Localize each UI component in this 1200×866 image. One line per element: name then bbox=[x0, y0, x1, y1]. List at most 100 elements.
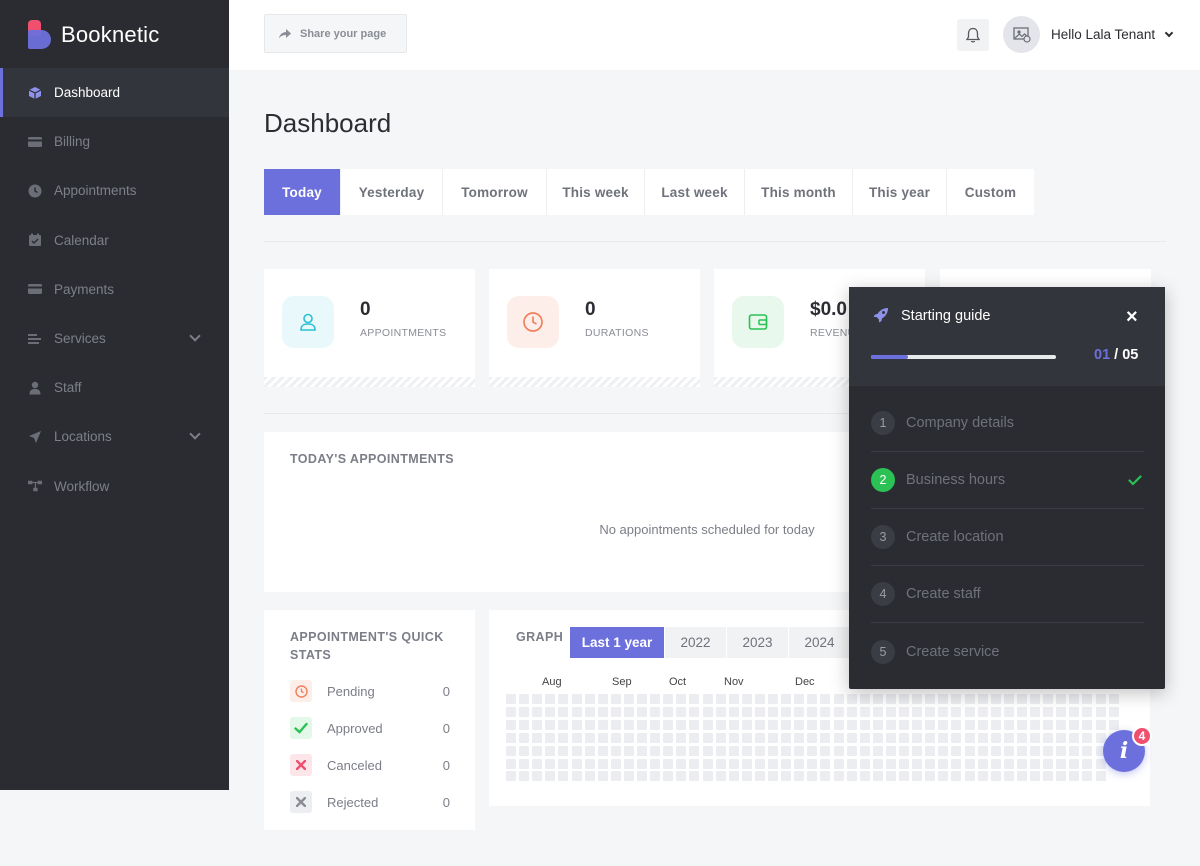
graph-tab-last-year[interactable]: Last 1 year bbox=[570, 627, 665, 658]
heatmap-cell bbox=[532, 694, 543, 704]
share-page-button[interactable]: Share your page bbox=[264, 14, 407, 53]
chevron-down-icon[interactable] bbox=[189, 330, 201, 342]
user-menu-label[interactable]: Hello Lala Tenant bbox=[1051, 27, 1155, 42]
guide-step-create-location[interactable]: 3 Create location bbox=[871, 509, 1144, 566]
sidebar-item-locations[interactable]: Locations bbox=[0, 412, 229, 461]
heatmap-cell bbox=[951, 694, 962, 704]
heatmap-cell bbox=[545, 745, 556, 756]
graph-tab-2022[interactable]: 2022 bbox=[665, 627, 727, 658]
divider bbox=[264, 241, 1166, 242]
check-icon bbox=[294, 722, 308, 734]
heatmap-cell bbox=[768, 694, 778, 704]
sidebar-item-payments[interactable]: Payments bbox=[0, 265, 229, 314]
heatmap-cell bbox=[623, 732, 634, 743]
heatmap-cell bbox=[859, 694, 870, 704]
topbar: Share your page Hello Lala Tenant bbox=[229, 0, 1200, 70]
notification-badge: 4 bbox=[1132, 726, 1152, 746]
heatmap-cell bbox=[1056, 771, 1067, 782]
heatmap-cell bbox=[650, 758, 661, 769]
heatmap-cell bbox=[846, 719, 857, 730]
heatmap-cell bbox=[1082, 719, 1093, 730]
heatmap-cell bbox=[859, 771, 870, 782]
heatmap-cell bbox=[597, 758, 608, 769]
clock-icon bbox=[28, 184, 42, 198]
heatmap-cell bbox=[571, 732, 582, 743]
guide-step-create-staff[interactable]: 4 Create staff bbox=[871, 566, 1144, 623]
heatmap-cell bbox=[977, 706, 988, 717]
tab-custom[interactable]: Custom bbox=[947, 169, 1034, 215]
heatmap-cell bbox=[938, 694, 949, 704]
heatmap-cell bbox=[676, 706, 687, 717]
app-name: Booknetic bbox=[61, 22, 160, 47]
guide-step-create-service[interactable]: 5 Create service bbox=[871, 623, 1144, 680]
quick-stat-row-rejected: Rejected 0 bbox=[290, 790, 450, 814]
notifications-button[interactable] bbox=[957, 19, 989, 51]
heatmap-cell bbox=[1043, 771, 1054, 782]
month-label: Dec bbox=[795, 676, 815, 688]
heatmap-cell bbox=[990, 758, 1001, 769]
heatmap-cell bbox=[623, 771, 634, 782]
heatmap-cell bbox=[532, 758, 543, 769]
tab-this-month[interactable]: This month bbox=[745, 169, 853, 215]
sidebar-item-workflow[interactable]: Workflow bbox=[0, 462, 229, 511]
quick-stat-label: Canceled bbox=[327, 757, 382, 773]
avatar[interactable] bbox=[1003, 16, 1040, 53]
sidebar-item-label: Payments bbox=[54, 281, 115, 297]
sidebar-item-services[interactable]: Services bbox=[0, 314, 229, 363]
sidebar-item-staff[interactable]: Staff bbox=[0, 363, 229, 412]
heatmap-cell bbox=[1056, 694, 1067, 704]
chevron-down-icon[interactable] bbox=[1164, 28, 1174, 38]
heatmap-cell bbox=[820, 719, 831, 730]
sidebar-item-dashboard[interactable]: Dashboard bbox=[0, 68, 229, 118]
card-title: TODAY'S APPOINTMENTS bbox=[290, 452, 455, 466]
heatmap-cell bbox=[833, 745, 844, 756]
heatmap-cell bbox=[558, 706, 569, 717]
status-badge bbox=[290, 717, 312, 739]
heatmap-cell bbox=[1069, 706, 1080, 717]
heatmap-cell bbox=[610, 732, 621, 743]
tab-yesterday[interactable]: Yesterday bbox=[341, 169, 443, 215]
heatmap-cell bbox=[899, 771, 909, 782]
heatmap-cell bbox=[637, 694, 647, 704]
graph-tab-2023[interactable]: 2023 bbox=[727, 627, 789, 658]
sidebar-item-appointments[interactable]: Appointments bbox=[0, 166, 229, 215]
tab-last-week[interactable]: Last week bbox=[645, 169, 745, 215]
heatmap-cell bbox=[820, 745, 831, 756]
heatmap-cell bbox=[768, 732, 778, 743]
heatmap-cell bbox=[820, 771, 831, 782]
heatmap-cell bbox=[519, 732, 530, 743]
heatmap-cell bbox=[623, 694, 634, 704]
heatmap-cell bbox=[1003, 758, 1014, 769]
tab-today[interactable]: Today bbox=[264, 169, 341, 215]
heatmap-cell bbox=[885, 758, 896, 769]
stat-card-durations: 0 DURATIONS bbox=[489, 269, 700, 387]
tab-this-year[interactable]: This year bbox=[853, 169, 947, 215]
credit-card-icon bbox=[28, 136, 42, 147]
sidebar-item-label: Locations bbox=[54, 429, 112, 445]
heatmap-cell bbox=[1069, 719, 1080, 730]
card-title: APPOINTMENT'S QUICK STATS bbox=[290, 630, 444, 662]
close-icon[interactable]: × bbox=[1126, 307, 1138, 327]
app-logo[interactable]: Booknetic bbox=[28, 20, 159, 50]
chevron-down-icon[interactable] bbox=[189, 428, 201, 440]
bell-icon bbox=[965, 27, 981, 43]
heatmap-cell bbox=[1030, 694, 1040, 704]
heatmap-cell bbox=[977, 771, 988, 782]
graph-tab-2024[interactable]: 2024 bbox=[789, 627, 851, 658]
guide-step-business-hours[interactable]: 2 Business hours bbox=[871, 452, 1144, 509]
stat-value: $0.0 bbox=[810, 299, 847, 320]
sidebar-item-billing[interactable]: Billing bbox=[0, 117, 229, 166]
heatmap-cell bbox=[938, 758, 949, 769]
sidebar-item-calendar[interactable]: Calendar bbox=[0, 216, 229, 265]
tab-tomorrow[interactable]: Tomorrow bbox=[443, 169, 547, 215]
tab-this-week[interactable]: This week bbox=[547, 169, 645, 215]
quick-stat-value: 0 bbox=[442, 720, 450, 736]
heatmap-cell bbox=[663, 706, 674, 717]
heatmap-cell bbox=[545, 732, 556, 743]
heatmap-cell bbox=[833, 732, 844, 743]
guide-step-company-details[interactable]: 1 Company details bbox=[871, 395, 1144, 452]
heatmap-cell bbox=[1069, 694, 1080, 704]
heatmap-cell bbox=[728, 694, 739, 704]
heatmap-cell bbox=[938, 719, 949, 730]
heatmap-cell bbox=[676, 745, 687, 756]
